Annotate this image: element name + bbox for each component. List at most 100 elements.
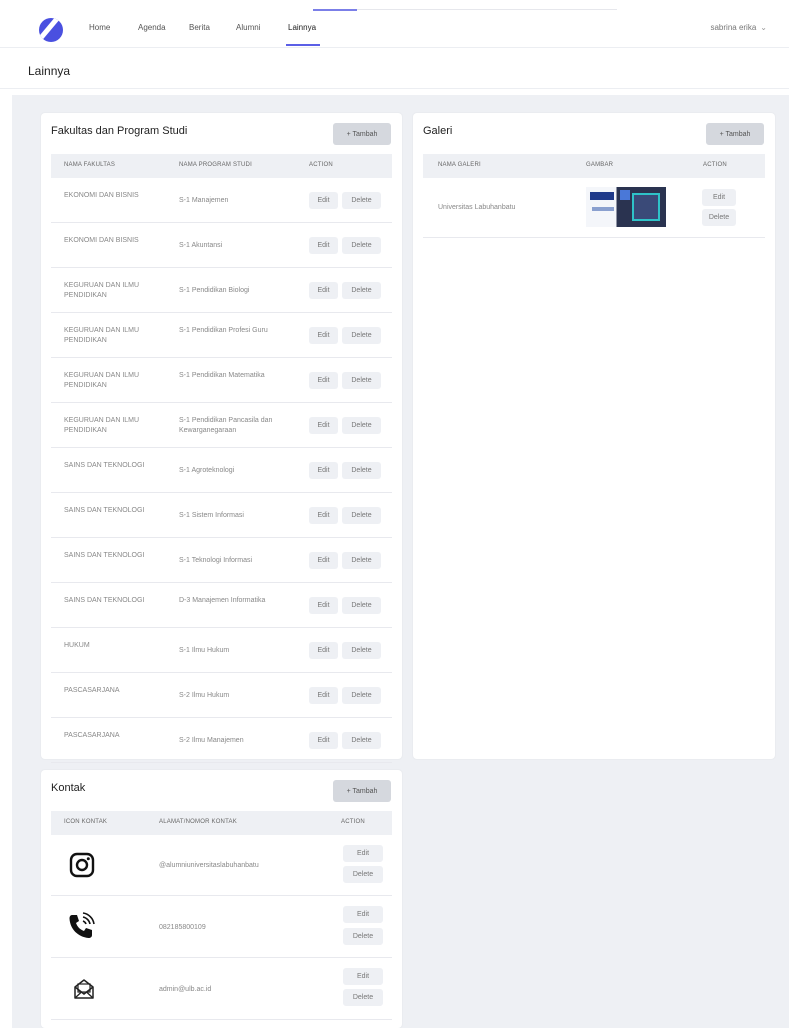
nav-berita[interactable]: Berita xyxy=(189,23,210,32)
table-row: PASCASARJANA S-2 Ilmu Manajemen Edit Delete xyxy=(51,718,392,763)
column-header: GAMBAR xyxy=(586,162,614,168)
divider xyxy=(0,88,789,89)
delete-button[interactable]: Delete xyxy=(342,687,381,704)
edit-button[interactable]: Edit xyxy=(309,732,338,749)
delete-button[interactable]: Delete xyxy=(343,928,383,945)
table-row: PASCASARJANA S-2 Ilmu Hukum Edit Delete xyxy=(51,673,392,718)
table-row: EKONOMI DAN BISNIS S-1 Akuntansi Edit Delet… xyxy=(51,223,392,268)
kontak-value: admin@ulb.ac.id xyxy=(159,986,212,993)
table-row: HUKUM S-1 Ilmu Hukum Edit Delete xyxy=(51,628,392,673)
delete-button[interactable]: Delete xyxy=(342,507,381,524)
delete-button[interactable]: Delete xyxy=(702,209,736,226)
delete-button[interactable]: Delete xyxy=(342,642,381,659)
prodi-name: S-1 Sistem Informasi xyxy=(179,512,244,519)
logo-icon[interactable] xyxy=(39,18,63,42)
edit-button[interactable]: Edit xyxy=(309,237,338,254)
table-row: SAINS DAN TEKNOLOGI S-1 Agroteknologi Edit… xyxy=(51,448,392,493)
prodi-name: S-1 Manajemen xyxy=(179,197,229,204)
prodi-name: S-1 Pendidikan Pancasila dan Kewarganega… xyxy=(179,417,273,434)
edit-button[interactable]: Edit xyxy=(309,642,338,659)
column-header: NAMA GALERI xyxy=(438,162,481,168)
edit-button[interactable]: Edit xyxy=(309,417,338,434)
fakultas-name: EKONOMI DAN BISNIS xyxy=(64,237,139,244)
fakultas-title: Fakultas dan Program Studi xyxy=(51,125,188,137)
prodi-name: S-1 Ilmu Hukum xyxy=(179,647,230,654)
add-galeri-button[interactable]: + Tambah xyxy=(706,123,764,145)
kontak-title: Kontak xyxy=(51,782,86,794)
delete-button[interactable]: Delete xyxy=(342,192,381,209)
prodi-name: S-1 Agroteknologi xyxy=(179,467,235,474)
fakultas-name: KEGURUAN DAN ILMU PENDIDIKAN xyxy=(64,372,140,389)
user-menu[interactable]: sabrina erika ⌄ xyxy=(710,23,767,32)
phone-icon xyxy=(69,912,95,938)
edit-button[interactable]: Edit xyxy=(309,282,338,299)
nav-alumni[interactable]: Alumni xyxy=(236,23,260,32)
delete-button[interactable]: Delete xyxy=(342,462,381,479)
prodi-name: S-1 Akuntansi xyxy=(179,242,223,249)
nav-lainnya[interactable]: Lainnya xyxy=(288,23,316,32)
edit-button[interactable]: Edit xyxy=(309,687,338,704)
prodi-name: S-1 Pendidikan Profesi Guru xyxy=(179,327,268,334)
fakultas-name: SAINS DAN TEKNOLOGI xyxy=(64,552,145,559)
fakultas-name: KEGURUAN DAN ILMU PENDIDIKAN xyxy=(64,282,140,299)
table-row: KEGURUAN DAN ILMU PENDIDIKAN S-1 Pendidik… xyxy=(51,313,392,358)
prodi-name: S-1 Teknologi Informasi xyxy=(179,557,253,564)
column-header: NAMA PROGRAM STUDI xyxy=(179,162,252,168)
table-row: SAINS DAN TEKNOLOGI S-1 Teknologi Informa… xyxy=(51,538,392,583)
galeri-card: Galeri + Tambah NAMA GALERI GAMBAR ACTIO… xyxy=(413,113,775,759)
table-row: EKONOMI DAN BISNIS S-1 Manajemen Edit Delet… xyxy=(51,178,392,223)
kontak-table-header: ICON KONTAK ALAMAT/NOMOR KONTAK ACTION xyxy=(51,811,392,835)
edit-button[interactable]: Edit xyxy=(309,192,338,209)
edit-button[interactable]: Edit xyxy=(309,327,338,344)
column-header: ICON KONTAK xyxy=(64,819,108,825)
add-fakultas-button[interactable]: + Tambah xyxy=(333,123,391,145)
edit-button[interactable]: Edit xyxy=(702,189,736,206)
kontak-card: Kontak + Tambah ICON KONTAK ALAMAT/NOMOR… xyxy=(41,770,402,1028)
table-row: SAINS DAN TEKNOLOGI D-3 Manajemen Informa… xyxy=(51,583,392,628)
kontak-value: @alumniuniversitaslabuhanbatu xyxy=(159,862,259,869)
nav-home[interactable]: Home xyxy=(89,23,110,32)
table-row: 082185800109 Edit Delete xyxy=(51,896,392,958)
edit-button[interactable]: Edit xyxy=(309,552,338,569)
edit-button[interactable]: Edit xyxy=(309,507,338,524)
top-navbar: Home Agenda Berita Alumni Lainnya sabrin… xyxy=(0,0,789,48)
user-name: sabrina erika xyxy=(710,23,757,32)
fakultas-table-header: NAMA FAKULTAS NAMA PROGRAM STUDI ACTION xyxy=(51,154,392,178)
delete-button[interactable]: Delete xyxy=(342,372,381,389)
galeri-table-header: NAMA GALERI GAMBAR ACTION xyxy=(423,154,765,178)
delete-button[interactable]: Delete xyxy=(342,597,381,614)
prodi-name: S-1 Pendidikan Matematika xyxy=(179,372,265,379)
edit-button[interactable]: Edit xyxy=(309,597,338,614)
delete-button[interactable]: Delete xyxy=(343,989,383,1006)
nav-agenda[interactable]: Agenda xyxy=(138,23,166,32)
table-row: KEGURUAN DAN ILMU PENDIDIKAN S-1 Pendidik… xyxy=(51,358,392,403)
column-header: ACTION xyxy=(309,162,333,168)
delete-button[interactable]: Delete xyxy=(342,552,381,569)
table-row: SAINS DAN TEKNOLOGI S-1 Sistem Informasi E… xyxy=(51,493,392,538)
table-row: KEGURUAN DAN ILMU PENDIDIKAN S-1 Pendidik… xyxy=(51,403,392,448)
fakultas-name: PASCASARJANA xyxy=(64,732,120,739)
prodi-name: S-1 Pendidikan Biologi xyxy=(179,287,250,294)
edit-button[interactable]: Edit xyxy=(309,462,338,479)
instagram-icon xyxy=(69,852,95,878)
add-kontak-button[interactable]: + Tambah xyxy=(333,780,391,802)
delete-button[interactable]: Delete xyxy=(342,237,381,254)
edit-button[interactable]: Edit xyxy=(309,372,338,389)
delete-button[interactable]: Delete xyxy=(342,417,381,434)
fakultas-name: SAINS DAN TEKNOLOGI xyxy=(64,507,145,514)
page-title: Lainnya xyxy=(28,64,71,78)
fakultas-name: SAINS DAN TEKNOLOGI xyxy=(64,462,145,469)
edit-button[interactable]: Edit xyxy=(343,906,383,923)
table-row: admin@ulb.ac.id Edit Delete xyxy=(51,958,392,1020)
delete-button[interactable]: Delete xyxy=(343,866,383,883)
galeri-thumbnail[interactable] xyxy=(586,187,666,227)
delete-button[interactable]: Delete xyxy=(342,327,381,344)
fakultas-card: Fakultas dan Program Studi + Tambah NAMA… xyxy=(41,113,402,763)
edit-button[interactable]: Edit xyxy=(343,968,383,985)
delete-button[interactable]: Delete xyxy=(342,282,381,299)
galeri-title: Galeri xyxy=(423,125,453,137)
column-header: ACTION xyxy=(341,819,365,825)
column-header: NAMA FAKULTAS xyxy=(64,162,116,168)
delete-button[interactable]: Delete xyxy=(342,732,381,749)
edit-button[interactable]: Edit xyxy=(343,845,383,862)
